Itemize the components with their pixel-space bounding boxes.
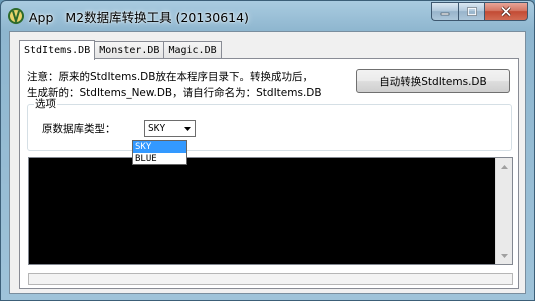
minimize-icon [440, 12, 450, 15]
auto-convert-button[interactable]: 自动转换StdItems.DB [356, 69, 510, 93]
window-controls [431, 2, 528, 21]
tab-magic[interactable]: Magic.DB [163, 41, 222, 59]
tab-strip: StdItems.DB Monster.DB Magic.DB [19, 39, 222, 60]
notice-line-1: 注意：原来的StdItems.DB放在本程序目录下。转换成功后， [27, 71, 313, 83]
minimize-button[interactable] [431, 2, 458, 21]
log-output[interactable] [28, 157, 513, 265]
close-button[interactable] [484, 2, 528, 21]
dropdown-option-sky[interactable]: SKY [133, 141, 186, 153]
options-group-label: 选项 [34, 97, 57, 111]
db-type-label: 原数据库类型： [42, 123, 116, 135]
main-window: App M2数据库转换工具 (20130614) StdItems.DB Mon… [0, 0, 535, 301]
tab-stditems[interactable]: StdItems.DB [19, 40, 96, 60]
notice-text: 注意：原来的StdItems.DB放在本程序目录下。转换成功后， 生成新的：St… [27, 69, 322, 101]
stditems-tab-panel: 注意：原来的StdItems.DB放在本程序目录下。转换成功后， 生成新的：St… [19, 58, 519, 289]
title-bar[interactable]: App M2数据库转换工具 (20130614) [1, 1, 534, 31]
options-groupbox: 选项 原数据库类型： SKY [27, 97, 512, 151]
db-type-dropdown-list: SKY BLUE [132, 140, 187, 165]
app-label: App [29, 10, 54, 25]
scroll-down-icon[interactable] [496, 247, 512, 264]
db-type-value: SKY [148, 123, 166, 134]
window-title: App M2数据库转换工具 (20130614) [29, 7, 249, 26]
close-icon [500, 6, 512, 17]
progress-bar [28, 273, 513, 285]
scroll-up-icon[interactable] [496, 158, 512, 175]
maximize-button[interactable] [458, 2, 484, 21]
db-type-select[interactable]: SKY [144, 120, 196, 137]
dropdown-arrow-icon[interactable] [179, 121, 195, 136]
client-area: StdItems.DB Monster.DB Magic.DB 注意：原来的St… [9, 31, 526, 294]
maximize-icon [466, 7, 477, 16]
app-icon [8, 8, 24, 25]
window-title-text: M2数据库转换工具 (20130614) [65, 10, 249, 25]
log-scrollbar[interactable] [495, 158, 512, 264]
notice-line-2: 生成新的：StdItems_New.DB，请自行命名为：StdItems.DB [27, 87, 322, 99]
dropdown-option-blue[interactable]: BLUE [133, 153, 186, 165]
tab-monster[interactable]: Monster.DB [94, 41, 165, 59]
